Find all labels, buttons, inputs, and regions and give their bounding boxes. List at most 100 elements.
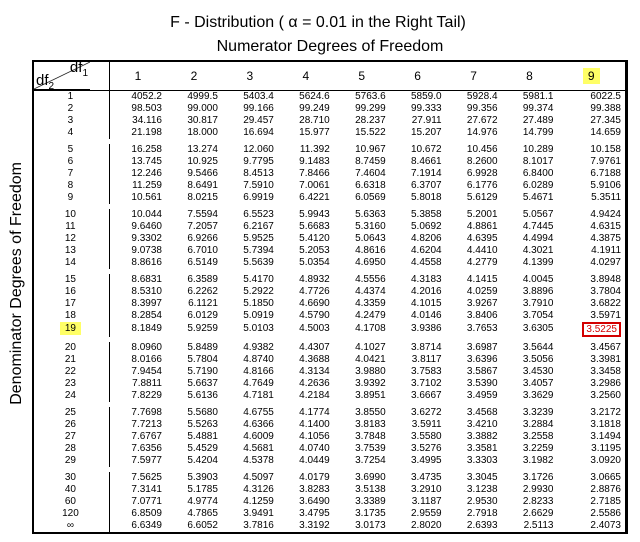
table-cell: 4.2184 [278,390,334,402]
highlighted-column-header: 9 [583,68,600,84]
table-cell: 6.1776 [446,180,502,192]
table-cell: 4.8616 [334,245,390,257]
table-cell: 4.5003 [278,322,334,337]
table-cell: 4.4558 [390,257,446,269]
table-cell: 2.6393 [446,520,502,532]
table-row: 247.82295.61364.71814.21843.89513.66673.… [34,390,625,402]
table-cell: 7.3141 [109,484,166,496]
table-cell: 16.694 [222,127,278,139]
table-cell: 4.0146 [390,310,446,322]
title-alpha: α [288,14,297,31]
table-cell: 30.817 [166,115,222,127]
table-cell: 6.7010 [166,245,222,257]
table-cell: 3.8714 [390,342,446,354]
table-cell: 5859.0 [390,90,446,103]
column-header: 8 [502,62,558,90]
table-cell: 4999.5 [166,90,222,103]
table-row: 407.31415.17854.31263.82833.51383.29103.… [34,484,625,496]
table-cell: 7.0061 [278,180,334,192]
table-cell: 5.6363 [334,209,390,221]
table-cell: 6.8400 [502,168,558,180]
column-header: 7 [446,62,502,90]
table-cell: 3.5971 [557,310,625,322]
table-cell: 6.4221 [278,192,334,204]
row-header: 25 [34,407,109,419]
table-cell: 3.1494 [557,431,625,443]
table-row: 421.19818.00016.69415.97715.52215.20714.… [34,127,625,139]
table-cell: 5.6683 [278,221,334,233]
table-cell: 4.8206 [390,233,446,245]
table-cell: 8.2600 [446,156,502,168]
table-cell: 4.8166 [222,366,278,378]
table-cell: 3.8948 [557,274,625,286]
table-cell: 5.5639 [222,257,278,269]
table-cell: 3.8406 [446,310,502,322]
table-cell: 3.7653 [446,322,502,337]
table-cell: 4.0740 [278,443,334,455]
table-row: 287.63565.45294.56814.07403.75393.52763.… [34,443,625,455]
row-header: ∞ [34,520,109,532]
table-cell: 4.5556 [334,274,390,286]
table-cell: 13.745 [109,156,166,168]
table-cell: 7.7213 [109,419,166,431]
table-cell: 9.1483 [278,156,334,168]
table-cell: 3.8951 [334,390,390,402]
table-cell: 8.1849 [109,322,166,337]
table-cell: 3.6490 [278,496,334,508]
table-cell: 3.8117 [390,354,446,366]
row-header: 23 [34,378,109,390]
table-cell: 3.2558 [502,431,558,443]
table-cell: 4.3134 [278,366,334,378]
table-cell: 5.0643 [334,233,390,245]
table-cell: 7.7698 [109,407,166,419]
table-cell: 4.1774 [278,407,334,419]
table-cell: 15.207 [390,127,446,139]
table-cell: 99.333 [390,103,446,115]
table-cell: 28.710 [278,115,334,127]
table-cell: 4.1399 [502,257,558,269]
table-cell: 2.5586 [557,508,625,520]
table-cell: 3.1238 [446,484,502,496]
table-cell: 5.0354 [278,257,334,269]
table-cell: 3.1195 [557,443,625,455]
table-cell: 99.299 [334,103,390,115]
table-cell: 4.3875 [557,233,625,245]
table-cell: 5.7804 [166,354,222,366]
table-cell: 4052.2 [109,90,166,103]
table-cell: 3.5867 [446,366,502,378]
table-cell: 2.4073 [557,520,625,532]
table-cell: 7.6356 [109,443,166,455]
table-cell: 3.3581 [446,443,502,455]
table-cell: 99.000 [166,103,222,115]
column-header: 9 [557,62,625,90]
table-cell: 15.522 [334,127,390,139]
table-cell: 8.8616 [109,257,166,269]
table-cell: 4.3688 [278,354,334,366]
table-cell: 4.9424 [557,209,625,221]
table-row: 811.2598.64917.59107.00616.63186.37076.1… [34,180,625,192]
row-header: 10 [34,209,109,221]
table-cell: 27.489 [502,115,558,127]
table-cell: 4.5790 [278,310,334,322]
row-header: 18 [34,310,109,322]
table-cell: 3.5644 [502,342,558,354]
table-cell: 8.0960 [109,342,166,354]
table-cell: 8.6831 [109,274,166,286]
table-cell: 4.7445 [502,221,558,233]
table-cell: 6.2262 [166,286,222,298]
table-cell: 3.2986 [557,378,625,390]
table-cell: 4.1415 [446,274,502,286]
table-cell: 4.5681 [222,443,278,455]
table-cell: 99.356 [446,103,502,115]
table-cell: 4.5378 [222,455,278,467]
table-cell: 6.0289 [502,180,558,192]
table-cell: 6.6052 [166,520,222,532]
table-cell: 3.2259 [502,443,558,455]
table-cell: 99.388 [557,103,625,115]
table-cell: 3.3458 [557,366,625,378]
table-cell: 5.7394 [222,245,278,257]
table-cell: 10.158 [557,144,625,156]
table-cell: 9.5466 [166,168,222,180]
table-cell: 5.9943 [278,209,334,221]
table-cell: 3.5225 [557,322,625,337]
